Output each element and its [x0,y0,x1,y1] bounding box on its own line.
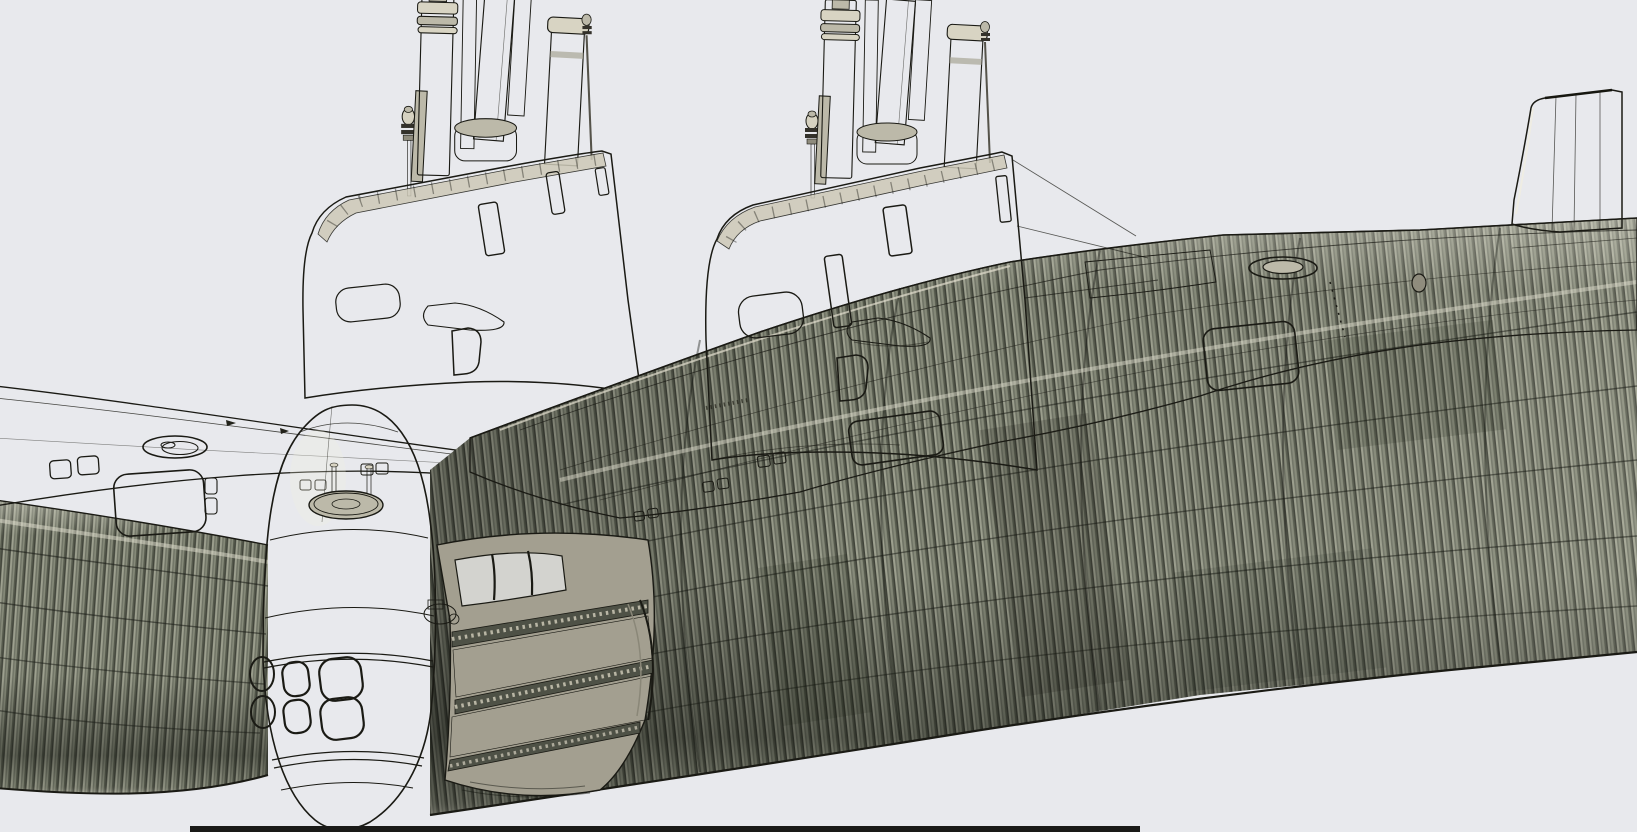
ring-frame-hull-far [0,500,268,794]
cad-viewport[interactable] [0,0,1637,832]
flood-cutaway [424,533,654,797]
bottom-bar [190,826,1140,832]
deck-hole [1412,274,1426,292]
